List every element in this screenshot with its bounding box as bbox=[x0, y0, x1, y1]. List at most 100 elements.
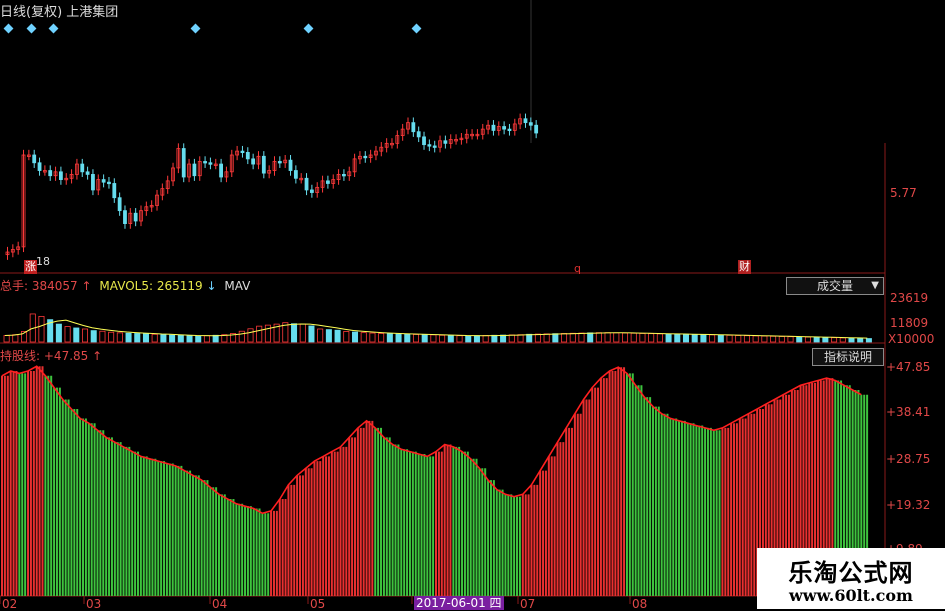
volume-bar bbox=[639, 333, 646, 343]
volume-bar bbox=[64, 326, 71, 343]
volume-bar bbox=[831, 337, 838, 343]
volume-bar bbox=[709, 334, 716, 343]
volume-bar bbox=[247, 328, 254, 343]
volume-bar bbox=[404, 333, 411, 343]
candle-body bbox=[325, 180, 330, 184]
volume-bar bbox=[717, 334, 724, 343]
candle-body bbox=[59, 171, 63, 180]
volume-bar bbox=[116, 332, 123, 343]
candle-body bbox=[133, 212, 138, 222]
volume-bar bbox=[38, 315, 45, 343]
volume-bar bbox=[256, 325, 263, 343]
volume-bar bbox=[735, 335, 742, 343]
candle-body bbox=[523, 118, 528, 124]
indicator-name: 持股线: bbox=[0, 349, 41, 363]
diamond-icon bbox=[411, 23, 422, 34]
volume-bar bbox=[682, 333, 690, 343]
volume-bar bbox=[334, 329, 341, 343]
volume-bar bbox=[752, 335, 759, 343]
volume-bar bbox=[412, 334, 419, 343]
candle-body bbox=[309, 189, 314, 193]
candle-body bbox=[37, 162, 42, 171]
price-axis-label: 5.77 bbox=[890, 186, 917, 200]
diamond-icon bbox=[48, 23, 59, 34]
candle-body bbox=[181, 148, 186, 178]
up-arrow-icon: ↑ bbox=[81, 279, 92, 293]
volume-bar bbox=[125, 332, 132, 343]
indicator-axis-label: +38.41 bbox=[886, 405, 931, 419]
volume-bar bbox=[160, 334, 167, 343]
candle-body bbox=[422, 136, 426, 146]
volume-bar bbox=[848, 337, 855, 343]
candle-body bbox=[91, 174, 95, 191]
indicator-header: 持股线: +47.85 ↑ bbox=[0, 348, 102, 364]
price-candles bbox=[5, 113, 539, 260]
event-marker-finance: 财 bbox=[738, 260, 751, 274]
candle-body bbox=[219, 163, 224, 178]
candle-body bbox=[251, 158, 256, 165]
volume-bar bbox=[726, 334, 733, 343]
candle-body bbox=[261, 155, 266, 174]
volume-bar bbox=[569, 332, 576, 343]
volume-bar bbox=[761, 335, 768, 343]
volume-bar bbox=[622, 332, 629, 343]
candle-body bbox=[192, 163, 197, 177]
volume-axis-label-mid: 11809 bbox=[890, 316, 929, 330]
volume-bar bbox=[169, 334, 176, 343]
volume-bar bbox=[395, 333, 402, 343]
volume-bar bbox=[343, 331, 350, 343]
volume-bar bbox=[447, 335, 454, 343]
volume-bar bbox=[81, 328, 89, 343]
volume-bar bbox=[291, 323, 298, 343]
volume-bar bbox=[456, 335, 463, 343]
candle-body bbox=[123, 210, 127, 224]
candle-body bbox=[32, 154, 37, 164]
volume-bar bbox=[587, 332, 594, 343]
volume-bar bbox=[360, 332, 367, 343]
volume-bar bbox=[378, 333, 385, 343]
candle-body bbox=[277, 161, 282, 164]
chart-stage bbox=[0, 0, 886, 604]
volume-bar bbox=[595, 332, 602, 343]
page-title: 日线(复权) 上港集团 bbox=[0, 5, 119, 20]
volume-indicator-dropdown[interactable]: 成交量 ▼ bbox=[786, 277, 884, 295]
candle-body bbox=[203, 161, 207, 164]
candle-body bbox=[85, 171, 90, 175]
volume-bar bbox=[439, 334, 446, 343]
volume-bar bbox=[630, 332, 637, 343]
volume-bar bbox=[473, 335, 480, 343]
volume-bar bbox=[578, 332, 585, 343]
down-arrow-icon: ↓ bbox=[206, 279, 217, 293]
mavol5-label: MAVOL5: bbox=[99, 279, 154, 293]
volume-bar bbox=[778, 336, 785, 343]
volume-bar bbox=[770, 335, 777, 343]
event-marker-q: q bbox=[574, 262, 581, 275]
candle-body bbox=[240, 150, 245, 154]
volume-bar bbox=[325, 329, 332, 343]
volume-bar bbox=[3, 335, 10, 343]
up-arrow-icon: ↑ bbox=[92, 349, 103, 363]
volume-bar bbox=[369, 332, 376, 343]
volume-bar bbox=[665, 333, 672, 343]
volume-bar bbox=[90, 330, 97, 343]
volume-bar bbox=[552, 333, 559, 343]
low-price-mark: 18 bbox=[36, 255, 50, 268]
volume-axis-unit: X10000 bbox=[888, 332, 935, 346]
diamond-icon bbox=[3, 23, 14, 34]
volume-bar bbox=[813, 336, 820, 343]
candle-body bbox=[416, 131, 421, 138]
diamond-icon bbox=[26, 23, 37, 34]
candle-body bbox=[208, 162, 213, 165]
volume-bar bbox=[482, 335, 489, 343]
total-volume-label: 总手: bbox=[0, 279, 29, 293]
volume-header: 总手: 384057 ↑ MAVOL5: 265119 ↓ MAV bbox=[0, 278, 250, 294]
indicator-help-button[interactable]: 指标说明 bbox=[812, 348, 884, 366]
volume-bar bbox=[12, 334, 19, 343]
signal-markers bbox=[0, 22, 530, 36]
volume-bar bbox=[561, 333, 568, 343]
mavol5-value: 265119 bbox=[156, 279, 203, 293]
volume-bar bbox=[656, 333, 663, 343]
volume-bar bbox=[308, 325, 315, 343]
volume-bar bbox=[743, 335, 750, 343]
volume-bar bbox=[238, 330, 245, 343]
